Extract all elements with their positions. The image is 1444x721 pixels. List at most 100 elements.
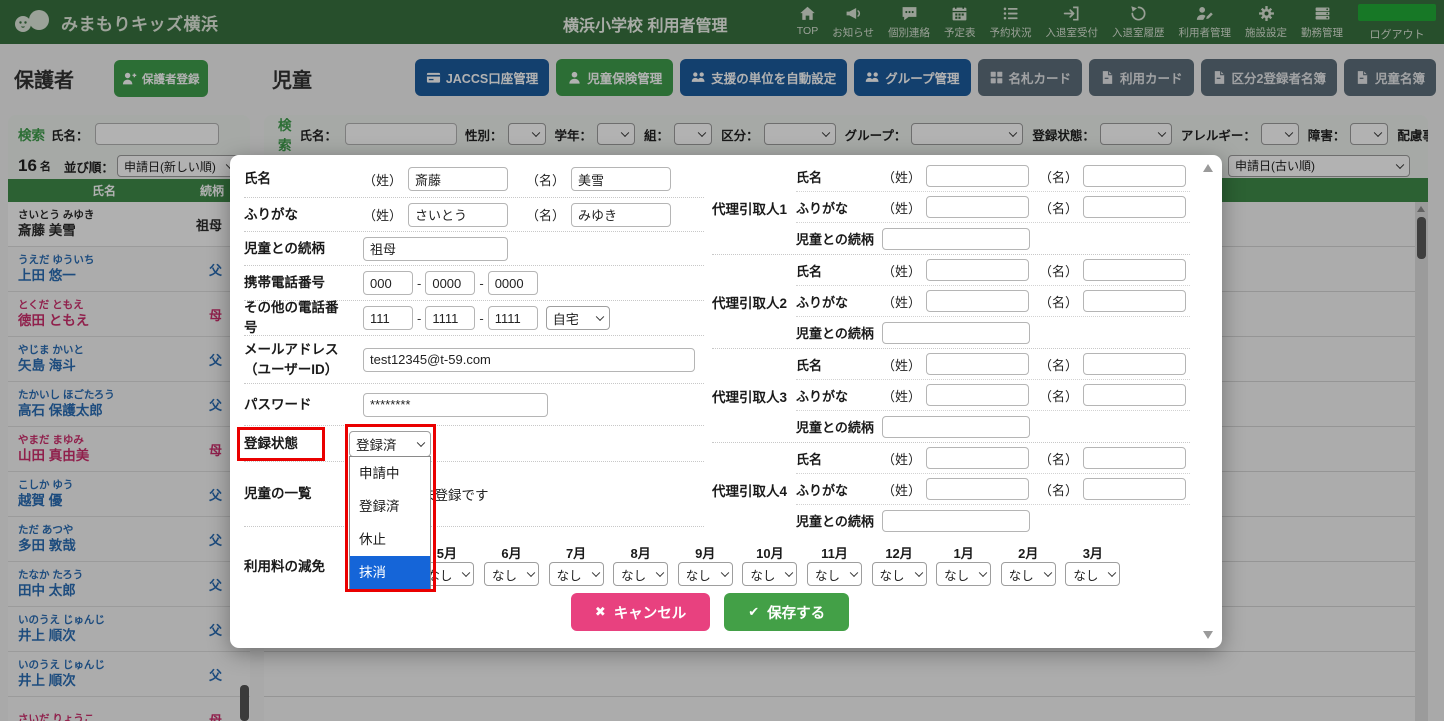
- chevron-down-icon: [462, 569, 470, 577]
- proxy-kana-sei-input[interactable]: [926, 196, 1029, 218]
- status-option[interactable]: 休止: [350, 523, 430, 556]
- relation-input[interactable]: [363, 237, 508, 261]
- email-row: メールアドレス（ユーザーID）: [244, 336, 704, 384]
- proxy-name-row: 氏名 （姓） （名）: [796, 443, 1190, 474]
- proxy-group-label: 代理引取人4: [712, 480, 787, 500]
- fee-month-select[interactable]: なし: [678, 562, 733, 586]
- cancel-button[interactable]: ✖ キャンセル: [571, 593, 710, 631]
- fee-month-select[interactable]: なし: [1001, 562, 1056, 586]
- kana-sei-input[interactable]: [408, 203, 508, 227]
- proxy-relation-input[interactable]: [882, 322, 1030, 344]
- children-list-label: 児童の一覧: [244, 484, 349, 504]
- fee-month-select[interactable]: なし: [484, 562, 539, 586]
- status-option[interactable]: 抹消: [350, 556, 430, 589]
- fee-month-label: 5月: [437, 543, 457, 562]
- status-option[interactable]: 申請中: [350, 457, 430, 490]
- other-phone-row: その他の電話番号 - - 自宅: [244, 301, 704, 336]
- proxy-name-row: 氏名 （姓） （名）: [796, 161, 1190, 192]
- kana-mei-input[interactable]: [571, 203, 671, 227]
- other-3-input[interactable]: [488, 306, 538, 330]
- name-sei-input[interactable]: [408, 167, 508, 191]
- proxy-relation-row: 児童との続柄: [796, 317, 1190, 348]
- proxy-kana-mei-input[interactable]: [1083, 384, 1186, 406]
- proxy-kana-sei-input[interactable]: [926, 384, 1029, 406]
- sei-label: （姓）: [363, 170, 402, 189]
- fee-month-select[interactable]: なし: [872, 562, 927, 586]
- mei-label: （名）: [526, 170, 565, 189]
- password-label: パスワード: [244, 395, 349, 415]
- mobile-3-input[interactable]: [488, 271, 538, 295]
- proxy-relation-input[interactable]: [882, 416, 1030, 438]
- password-row: パスワード: [244, 384, 704, 426]
- status-dropdown: 申請中 登録済 休止 抹消: [349, 456, 431, 590]
- chevron-down-icon: [914, 569, 922, 577]
- fee-month: 3月 なし: [1061, 543, 1126, 586]
- fee-month: 2月 なし: [996, 543, 1061, 586]
- proxy-kana-mei-input[interactable]: [1083, 196, 1186, 218]
- proxy-name-mei-input[interactable]: [1083, 447, 1186, 469]
- proxy-group: 代理引取人3 氏名 （姓） （名） ふりがな （姓） （名） 児童との続柄: [712, 349, 1190, 443]
- proxy-name-sei-input[interactable]: [926, 447, 1029, 469]
- other-2-input[interactable]: [425, 306, 475, 330]
- other-1-input[interactable]: [363, 306, 413, 330]
- proxy-group: 代理引取人1 氏名 （姓） （名） ふりがな （姓） （名） 児童との続柄: [712, 161, 1190, 255]
- fee-month-label: 2月: [1018, 543, 1038, 562]
- proxy-relation-input[interactable]: [882, 228, 1030, 250]
- phone-type-select[interactable]: 自宅: [546, 306, 610, 330]
- proxy-name-mei-input[interactable]: [1083, 353, 1186, 375]
- email-input[interactable]: [363, 348, 695, 372]
- proxy-name-mei-input[interactable]: [1083, 165, 1186, 187]
- name-label: 氏名: [244, 169, 349, 189]
- name-mei-input[interactable]: [571, 167, 671, 191]
- fee-month-label: 8月: [631, 543, 651, 562]
- mobile-2-input[interactable]: [425, 271, 475, 295]
- modal-scroll-down-icon[interactable]: [1203, 631, 1213, 639]
- proxy-relation-row: 児童との続柄: [796, 223, 1190, 254]
- fee-month: 6月 なし: [479, 543, 544, 586]
- fee-month-select[interactable]: なし: [613, 562, 668, 586]
- email-label: メールアドレス（ユーザーID）: [244, 340, 349, 379]
- chevron-down-icon: [595, 313, 603, 321]
- proxy-name-sei-input[interactable]: [926, 353, 1029, 375]
- fee-month-select[interactable]: なし: [1065, 562, 1120, 586]
- proxy-name-sei-input[interactable]: [926, 165, 1029, 187]
- chevron-down-icon: [1108, 569, 1116, 577]
- status-select[interactable]: 登録済: [349, 431, 431, 457]
- save-button[interactable]: ✔ 保存する: [724, 593, 849, 631]
- status-option[interactable]: 登録済: [350, 490, 430, 523]
- proxy-kana-mei-input[interactable]: [1083, 290, 1186, 312]
- status-row: 登録状態 登録済: [244, 426, 704, 462]
- proxy-group: 代理引取人2 氏名 （姓） （名） ふりがな （姓） （名） 児童との続柄: [712, 255, 1190, 349]
- chevron-down-icon: [656, 569, 664, 577]
- mei-label: （名）: [526, 205, 565, 224]
- fee-month-label: 6月: [501, 543, 521, 562]
- proxy-name-sei-input[interactable]: [926, 259, 1029, 281]
- proxy-name-mei-input[interactable]: [1083, 259, 1186, 281]
- password-input[interactable]: [363, 393, 548, 417]
- proxy-kana-row: ふりがな （姓） （名）: [796, 192, 1190, 223]
- relation-row: 児童との続柄: [244, 232, 704, 266]
- chevron-down-icon: [979, 569, 987, 577]
- sei-label: （姓）: [363, 205, 402, 224]
- fee-month-select[interactable]: なし: [807, 562, 862, 586]
- proxy-kana-sei-input[interactable]: [926, 290, 1029, 312]
- fee-month-select[interactable]: なし: [742, 562, 797, 586]
- proxy-kana-sei-input[interactable]: [926, 478, 1029, 500]
- name-row: 氏名 （姓） （名）: [244, 161, 704, 198]
- mobile-1-input[interactable]: [363, 271, 413, 295]
- fee-month-select[interactable]: なし: [936, 562, 991, 586]
- children-list-value: 未登録です: [421, 484, 489, 504]
- fee-month: 8月 なし: [608, 543, 673, 586]
- check-icon: ✔: [748, 604, 759, 620]
- fee-month-label: 10月: [756, 543, 783, 562]
- modal-scroll-up-icon[interactable]: [1203, 164, 1213, 172]
- fee-month-label: 12月: [885, 543, 912, 562]
- proxy-group-label: 代理引取人3: [712, 386, 787, 406]
- fee-month: 1月 なし: [931, 543, 996, 586]
- proxy-relation-input[interactable]: [882, 510, 1030, 532]
- proxy-kana-mei-input[interactable]: [1083, 478, 1186, 500]
- fee-month: 11月 なし: [802, 543, 867, 586]
- fee-discount-label: 利用料の減免: [244, 557, 349, 577]
- fee-month: 9月 なし: [673, 543, 738, 586]
- fee-month-select[interactable]: なし: [549, 562, 604, 586]
